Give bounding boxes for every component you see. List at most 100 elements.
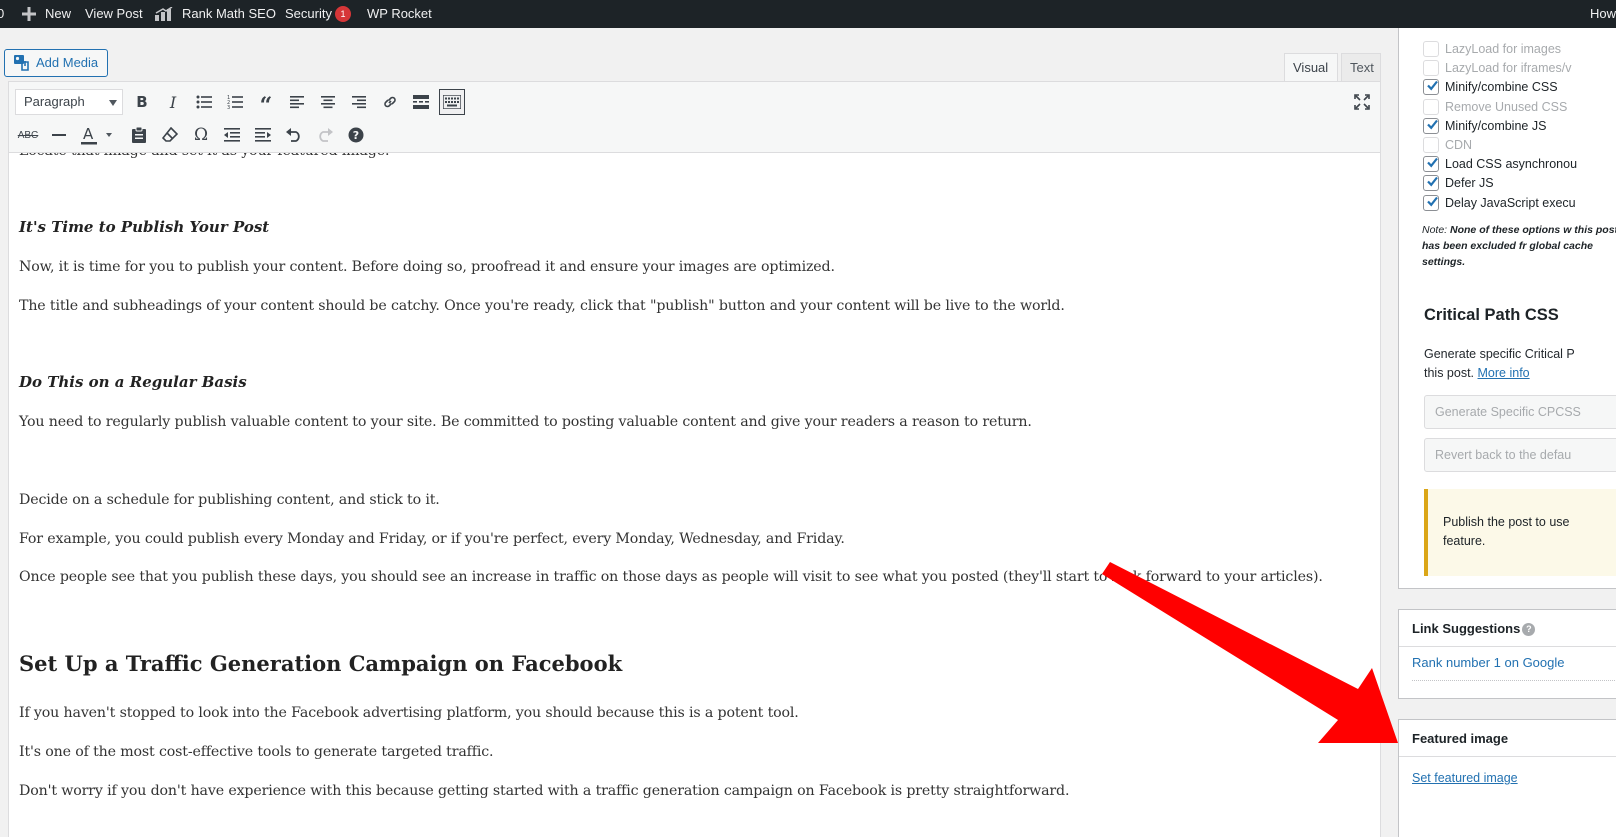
admin-bar-new[interactable]: New [22,0,71,28]
admin-bar-rank-math-label: Rank Math SEO [182,6,276,21]
read-more-icon[interactable] [408,89,434,115]
admin-bar-wp-rocket[interactable]: WP Rocket [367,0,432,28]
cpcss-desc-line1: Generate specific Critical P [1424,347,1575,361]
paragraph: Once people see that you publish these d… [19,569,1323,585]
rocket-note-text: None of these options w this post has be… [1422,224,1616,268]
italic-icon[interactable]: I [160,89,186,115]
set-featured-image-link[interactable]: Set featured image [1412,771,1518,785]
strikethrough-icon[interactable]: ABC [15,122,41,148]
paragraph: Now, it is time for you to publish your … [19,259,835,275]
link-suggestions-title-text: Link Suggestions [1412,621,1521,636]
checkbox-checked[interactable] [1423,79,1439,95]
outdent-icon[interactable] [219,122,245,148]
rocket-note-prefix: Note: [1422,224,1448,236]
format-select[interactable]: Paragraph [15,89,123,115]
rocket-note: Note: None of these options w this post … [1422,222,1616,270]
paste-text-icon[interactable] [126,122,152,148]
admin-bar-new-label: New [45,6,72,21]
numbered-list-icon[interactable]: 123 [222,89,248,115]
featured-image-title: Featured image [1412,731,1509,746]
chevron-down-icon [109,100,117,106]
tab-visual[interactable]: Visual [1284,53,1338,81]
revert-cpcss-button[interactable]: Revert back to the defau [1424,438,1616,472]
rocket-option-label: Minify/combine CSS [1445,80,1558,94]
undo-icon[interactable] [281,122,307,148]
admin-bar: 0 New View Post Rank Math SEO Security 1 … [0,0,1616,28]
divider [1399,646,1616,647]
heading-facebook-campaign: Set Up a Traffic Generation Campaign on … [19,651,623,676]
special-character-icon[interactable]: Ω [188,122,214,148]
link-suggestion-item[interactable]: Rank number 1 on Google [1412,655,1564,670]
cpcss-title: Critical Path CSS [1424,306,1559,324]
format-select-value: Paragraph [24,94,85,109]
fullscreen-icon[interactable] [1349,89,1375,115]
generate-cpcss-button[interactable]: Generate Specific CPCSS [1424,395,1616,429]
admin-bar-view-post[interactable]: View Post [85,0,143,28]
paragraph: Don't worry if you don't have experience… [19,783,1070,799]
paragraph: It's one of the most cost-effective tool… [19,744,494,760]
wp-rocket-options-box: LazyLoad for images LazyLoad for iframes/… [1398,28,1616,589]
link-icon[interactable] [377,89,403,115]
help-icon[interactable]: ? [343,122,369,148]
cpcss-notice-line2: feature. [1443,534,1486,548]
editor-content[interactable]: Locate that image and set it as your fea… [8,153,1381,837]
bullet-list-icon[interactable] [191,89,217,115]
rocket-option-label: Defer JS [1445,176,1494,190]
media-icon [14,55,29,71]
paragraph: You need to regularly publish valuable c… [19,414,1032,430]
text-color-icon[interactable]: A [77,122,117,148]
align-left-icon[interactable] [284,89,310,115]
svg-text:3: 3 [227,105,230,109]
question-mark-icon[interactable]: ? [1522,623,1536,636]
paragraph: The title and subheadings of your conten… [19,298,1065,314]
rocket-option-label: Delay JavaScript execu [1445,196,1576,210]
svg-text:?: ? [353,129,359,142]
rocket-option-label: CDN [1445,138,1473,152]
rocket-option-label: LazyLoad for iframes/v [1445,61,1572,75]
checkbox [1423,137,1439,153]
clear-formatting-icon[interactable] [157,122,183,148]
admin-bar-edge-text[interactable]: 0 [0,0,4,28]
indent-icon[interactable] [250,122,276,148]
add-media-button[interactable]: Add Media [4,49,108,77]
admin-bar-howdy[interactable]: How [1590,0,1616,28]
link-suggestions-box: Link Suggestions? Rank number 1 on Googl… [1398,609,1616,699]
bold-icon[interactable]: B [129,89,155,115]
align-center-icon[interactable] [315,89,341,115]
divider [1412,680,1616,681]
align-right-icon[interactable] [346,89,372,115]
more-info-link[interactable]: More info [1478,366,1530,380]
svg-text:A: A [83,125,94,143]
cpcss-description: Generate specific Critical P this post. … [1424,345,1616,383]
cpcss-notice-line1: Publish the post to use [1443,515,1570,529]
editor-toolbar: Paragraph B I 123 “ ABC A Ω ? [8,81,1381,153]
heading-publish-post: It's Time to Publish Your Post [19,218,270,236]
admin-bar-security[interactable]: Security 1 [285,0,351,28]
blockquote-icon[interactable]: “ [253,89,279,119]
horizontal-line-icon[interactable] [46,122,72,148]
checkbox-checked[interactable] [1423,118,1439,134]
paragraph: Decide on a schedule for publishing cont… [19,492,440,508]
paragraph: If you haven't stopped to look into the … [19,705,799,721]
heading-regular-basis: Do This on a Regular Basis [19,373,247,391]
editor-sidebar: LazyLoad for images LazyLoad for iframes/… [1398,28,1616,837]
admin-bar-rank-math[interactable]: Rank Math SEO [154,0,276,28]
checkbox-checked[interactable] [1423,175,1439,191]
toolbar-toggle-icon[interactable] [439,89,465,115]
rocket-option-label: Minify/combine JS [1445,119,1547,133]
paragraph: For example, you could publish every Mon… [19,531,845,547]
redo-icon[interactable] [312,122,338,148]
plus-icon [22,7,36,21]
rank-math-icon [155,7,173,21]
checkbox-checked[interactable] [1423,156,1439,172]
featured-image-box: Featured image Set featured image [1398,719,1616,837]
add-media-label: Add Media [36,55,99,70]
post-editor: Add Media Visual Text Paragraph B I 123 … [4,28,1385,837]
checkbox-checked[interactable] [1423,195,1439,211]
rocket-option-label: Remove Unused CSS [1445,100,1568,114]
admin-bar-security-label: Security [285,6,332,21]
tab-text[interactable]: Text [1341,53,1381,81]
paragraph-cut: Locate that image and set it as your fea… [19,153,389,161]
checkbox [1423,60,1439,76]
checkbox [1423,99,1439,115]
